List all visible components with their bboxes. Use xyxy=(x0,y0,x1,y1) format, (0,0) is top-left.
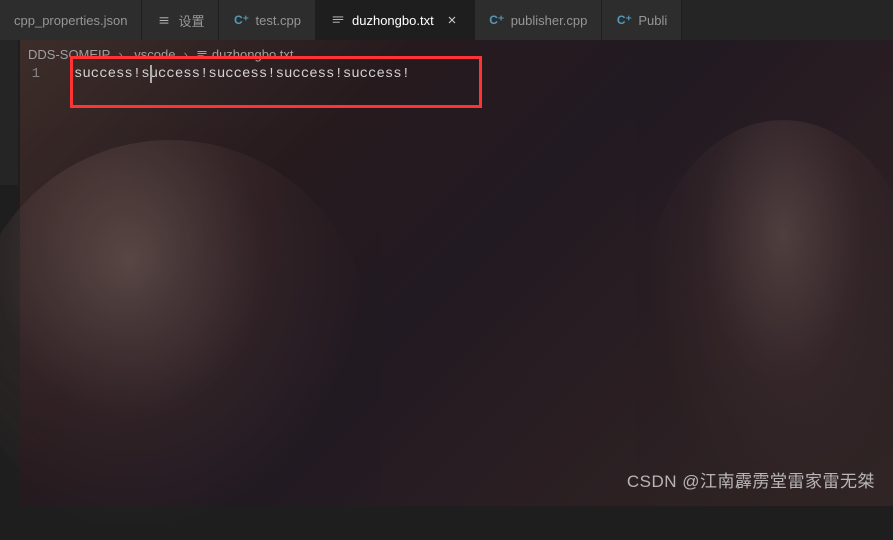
breadcrumb-part[interactable]: DDS-SOMEIP xyxy=(28,47,110,62)
breadcrumb[interactable]: DDS-SOMEIP › .vscode › duzhongbo.txt xyxy=(0,40,893,64)
text-file-icon xyxy=(330,12,346,28)
line-number: 1 xyxy=(0,64,40,84)
file-label: 设置 xyxy=(178,11,204,30)
file-label: cpp_properties.json xyxy=(14,13,127,28)
tabs-bar: cpp_properties.json 设置 C⁺ test.cpp duzho… xyxy=(0,0,893,40)
file-label: Publi xyxy=(638,13,667,28)
editor-area[interactable]: 1 success!success!success!success!succes… xyxy=(0,64,893,84)
line-number-gutter: 1 xyxy=(0,64,60,84)
code-content[interactable]: success!success!success!success!success! xyxy=(60,64,410,84)
code-line: success!success!success!success!success! xyxy=(74,66,410,82)
chevron-right-icon: › xyxy=(118,47,122,62)
tab-settings[interactable]: 设置 xyxy=(142,0,219,40)
breadcrumb-part[interactable]: duzhongbo.txt xyxy=(212,47,294,62)
file-label: duzhongbo.txt xyxy=(352,13,434,28)
tab-publisher-cpp[interactable]: C⁺ publisher.cpp xyxy=(475,0,603,40)
tab-duzhongbo-txt[interactable]: duzhongbo.txt xyxy=(316,0,475,40)
close-icon[interactable] xyxy=(444,12,460,28)
tab-publi-truncated[interactable]: C⁺ Publi xyxy=(602,0,682,40)
editor-background xyxy=(20,40,893,506)
tab-cpp-properties[interactable]: cpp_properties.json xyxy=(0,0,142,40)
cpp-icon: C⁺ xyxy=(616,12,632,28)
tab-test-cpp[interactable]: C⁺ test.cpp xyxy=(219,0,316,40)
file-label: publisher.cpp xyxy=(511,13,588,28)
file-label: test.cpp xyxy=(255,13,301,28)
text-file-icon xyxy=(196,48,208,60)
watermark-text: CSDN @江南霹雳堂雷家雷无桀 xyxy=(627,467,875,492)
breadcrumb-part[interactable]: .vscode xyxy=(131,47,176,62)
cpp-icon: C⁺ xyxy=(489,12,505,28)
text-cursor xyxy=(150,65,152,83)
settings-icon xyxy=(156,12,172,28)
chevron-right-icon: › xyxy=(184,47,188,62)
cpp-icon: C⁺ xyxy=(233,12,249,28)
